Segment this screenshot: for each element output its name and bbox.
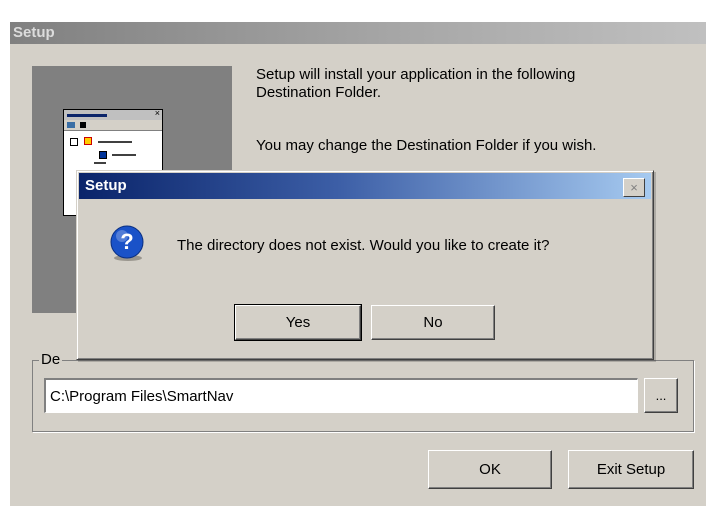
exit-setup-button[interactable]: Exit Setup <box>568 450 694 489</box>
dialog-title: Setup <box>85 177 127 194</box>
destination-path-input[interactable] <box>44 378 638 413</box>
no-button[interactable]: No <box>371 305 495 340</box>
question-icon: ? <box>110 225 144 261</box>
close-icon[interactable]: × <box>623 178 645 197</box>
description-line-2: Destination Folder. <box>256 84 382 101</box>
destination-folder-label: De <box>39 351 63 369</box>
description-line-1: Setup will install your application in t… <box>256 66 576 83</box>
yes-button[interactable]: Yes <box>234 304 362 341</box>
ok-button[interactable]: OK <box>428 450 552 489</box>
setup-window-titlebar[interactable]: Setup <box>10 22 706 44</box>
dialog-message: The directory does not exist. Would you … <box>177 237 550 254</box>
dialog-titlebar[interactable]: Setup × <box>79 173 651 199</box>
description-line-3: You may change the Destination Folder if… <box>256 137 597 154</box>
svg-text:?: ? <box>120 229 133 254</box>
create-directory-dialog: Setup × ? The directory does not exist. … <box>76 170 654 360</box>
browse-button[interactable]: ... <box>644 378 678 413</box>
window-title: Setup <box>13 24 55 41</box>
